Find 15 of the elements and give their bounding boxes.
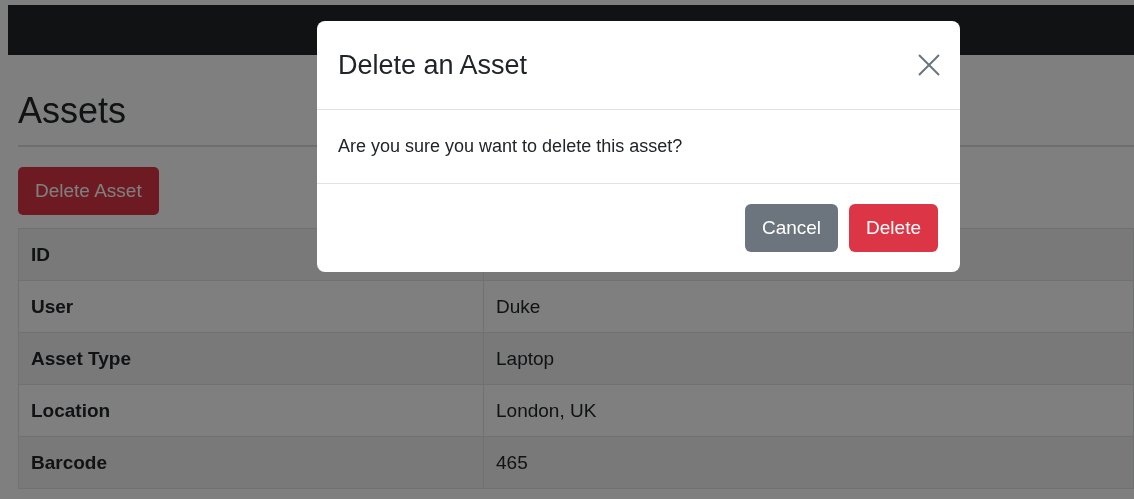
delete-asset-button[interactable]: Delete Asset xyxy=(18,167,159,215)
field-label: User xyxy=(18,280,484,333)
dialog-title: Delete an Asset xyxy=(338,49,528,81)
field-label: Barcode xyxy=(18,436,484,489)
field-label: Asset Type xyxy=(18,332,484,385)
page-title: Assets xyxy=(18,89,127,133)
field-label: Location xyxy=(18,384,484,437)
cancel-button[interactable]: Cancel xyxy=(744,204,839,252)
field-value: Duke xyxy=(483,280,1134,333)
dialog-message: Are you sure you want to delete this asset? xyxy=(338,136,683,157)
field-value: Laptop xyxy=(483,332,1134,385)
close-icon[interactable] xyxy=(918,54,940,76)
delete-button[interactable]: Delete xyxy=(849,204,938,252)
field-value: 465 xyxy=(483,436,1134,489)
field-value: London, UK xyxy=(483,384,1134,437)
